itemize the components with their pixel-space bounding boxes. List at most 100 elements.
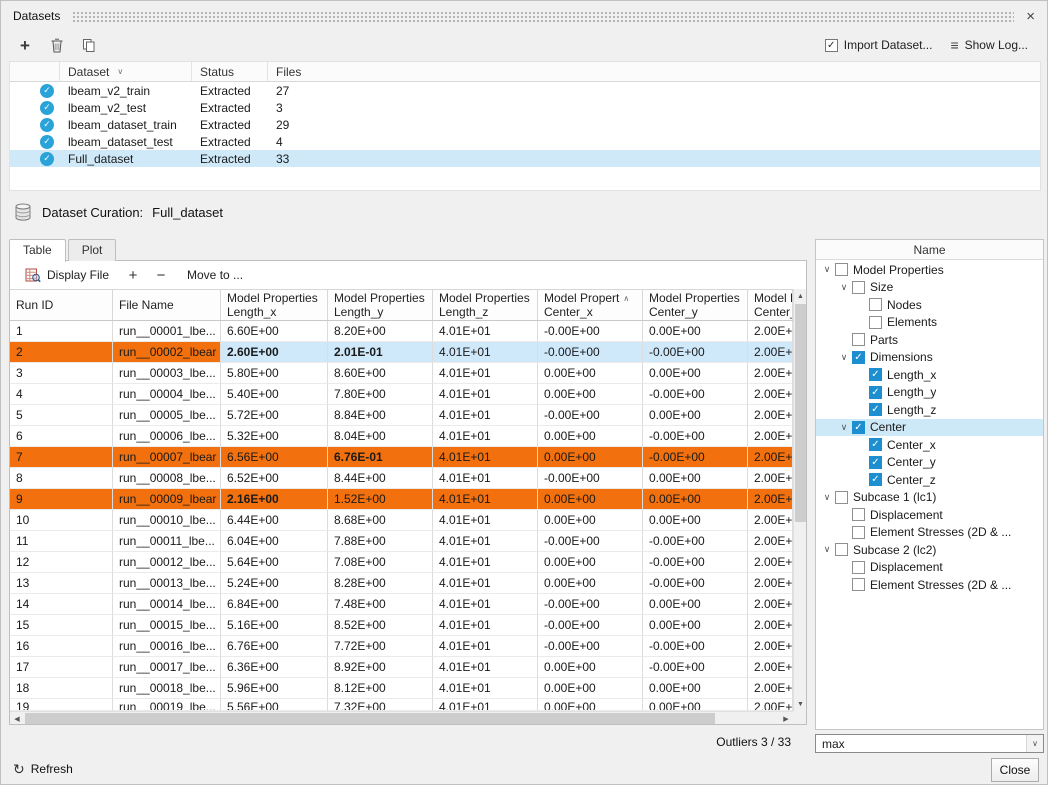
tree-item[interactable]: ∨Subcase 2 (lc2) (816, 541, 1043, 559)
move-to-button[interactable]: Move to ... (177, 265, 253, 285)
close-icon[interactable]: × (1026, 9, 1035, 24)
add-row-button[interactable]: + (121, 264, 145, 286)
tree-checkbox[interactable]: ✓ (869, 403, 882, 416)
tree-checkbox[interactable] (852, 526, 865, 539)
show-log-button[interactable]: ≡ Show Log... (941, 35, 1037, 55)
tree-item[interactable]: ∨✓Dimensions (816, 349, 1043, 367)
scroll-down-icon[interactable]: ▼ (794, 697, 807, 711)
tree-checkbox[interactable] (869, 316, 882, 329)
dataset-row[interactable]: ✓lbeam_dataset_testExtracted4 (10, 133, 1040, 150)
table-row[interactable]: 14run__00014_lbe...6.84E+007.48E+004.01E… (10, 594, 793, 615)
tree-checkbox[interactable] (835, 263, 848, 276)
delete-dataset-button[interactable] (43, 33, 71, 57)
table-row[interactable]: 17run__00017_lbe...6.36E+008.92E+004.01E… (10, 657, 793, 678)
copy-dataset-button[interactable] (75, 33, 103, 57)
grid-column-header[interactable]: Model Propert∧Center_x (538, 290, 643, 320)
tree-item[interactable]: ∨✓Center (816, 419, 1043, 437)
grid-column-header[interactable]: Model PropertiesLength_z (433, 290, 538, 320)
tab-plot[interactable]: Plot (68, 239, 117, 261)
table-row[interactable]: 5run__00005_lbe...5.72E+008.84E+004.01E+… (10, 405, 793, 426)
tree-checkbox[interactable]: ✓ (869, 473, 882, 486)
tree-checkbox[interactable]: ✓ (869, 456, 882, 469)
expand-arrow-icon[interactable]: ∨ (837, 282, 851, 293)
tree-item[interactable]: ∨Displacement (816, 506, 1043, 524)
grid-column-header[interactable]: Run ID (10, 290, 113, 320)
horizontal-scrollbar[interactable]: ◀ ▶ (10, 711, 793, 724)
dock-drag-handle[interactable] (72, 11, 1014, 22)
tree-checkbox[interactable] (835, 491, 848, 504)
table-row[interactable]: 18run__00018_lbe...5.96E+008.12E+004.01E… (10, 678, 793, 699)
table-row[interactable]: 4run__00004_lbe...5.40E+007.80E+004.01E+… (10, 384, 793, 405)
tree-item[interactable]: ∨✓Center_y (816, 454, 1043, 472)
dataset-row[interactable]: ✓lbeam_v2_trainExtracted27 (10, 82, 1040, 99)
tree-checkbox[interactable]: ✓ (869, 386, 882, 399)
grid-column-header[interactable]: Model PropertiesLength_x (221, 290, 328, 320)
chevron-down-icon[interactable]: ∨ (1026, 735, 1043, 752)
table-row[interactable]: 13run__00013_lbe...5.24E+008.28E+004.01E… (10, 573, 793, 594)
tree-item[interactable]: ∨Displacement (816, 559, 1043, 577)
tree-item[interactable]: ∨✓Center_z (816, 471, 1043, 489)
grid-column-header[interactable]: File Name (113, 290, 221, 320)
table-row[interactable]: 8run__00008_lbe...6.52E+008.44E+004.01E+… (10, 468, 793, 489)
grid-column-header[interactable]: Model PCenter_ (748, 290, 793, 320)
scroll-left-icon[interactable]: ◀ (10, 712, 24, 725)
grid-column-header[interactable]: Model PropertiesLength_y (328, 290, 433, 320)
refresh-button[interactable]: ↻ Refresh (13, 762, 73, 776)
vertical-scrollbar[interactable]: ▲ ▼ (793, 289, 806, 711)
tree-checkbox[interactable]: ✓ (852, 351, 865, 364)
dataset-row[interactable]: ✓lbeam_dataset_trainExtracted29 (10, 116, 1040, 133)
tree-checkbox[interactable]: ✓ (869, 368, 882, 381)
table-row[interactable]: 9run__00009_lbear2.16E+001.52E+004.01E+0… (10, 489, 793, 510)
grid-column-header[interactable]: Model PropertiesCenter_y (643, 290, 748, 320)
tree-checkbox[interactable] (852, 508, 865, 521)
table-row[interactable]: 15run__00015_lbe...5.16E+008.52E+004.01E… (10, 615, 793, 636)
remove-row-button[interactable]: − (149, 264, 173, 286)
tree-item[interactable]: ∨Element Stresses (2D & ... (816, 576, 1043, 594)
table-row[interactable]: 10run__00010_lbe...6.44E+008.68E+004.01E… (10, 510, 793, 531)
tree-item[interactable]: ∨✓Length_z (816, 401, 1043, 419)
expand-arrow-icon[interactable]: ∨ (837, 422, 851, 433)
dataset-row[interactable]: ✓lbeam_v2_testExtracted3 (10, 99, 1040, 116)
tree-item[interactable]: ∨Parts (816, 331, 1043, 349)
table-row[interactable]: 12run__00012_lbe...5.64E+007.08E+004.01E… (10, 552, 793, 573)
expand-arrow-icon[interactable]: ∨ (820, 492, 834, 503)
table-row[interactable]: 16run__00016_lbe...6.76E+007.72E+004.01E… (10, 636, 793, 657)
tree-item[interactable]: ∨Nodes (816, 296, 1043, 314)
table-row[interactable]: 11run__00011_lbe...6.04E+007.88E+004.01E… (10, 531, 793, 552)
table-row[interactable]: 19run__00019_lbe...5.56E+007.32E+004.01E… (10, 699, 793, 711)
display-file-button[interactable]: Display File (17, 265, 117, 286)
column-header-files[interactable]: Files (268, 62, 1040, 81)
tab-table[interactable]: Table (9, 239, 66, 262)
import-dataset-button[interactable]: ✓ Import Dataset... (816, 35, 942, 55)
tree-checkbox[interactable] (869, 298, 882, 311)
aggregate-dropdown[interactable]: max ∨ (815, 734, 1044, 753)
tree-item[interactable]: ∨Element Stresses (2D & ... (816, 524, 1043, 542)
horizontal-scroll-thumb[interactable] (25, 713, 715, 724)
tree-item[interactable]: ∨Model Properties (816, 261, 1043, 279)
add-dataset-button[interactable]: + (11, 33, 39, 57)
tree-checkbox[interactable]: ✓ (852, 421, 865, 434)
expand-arrow-icon[interactable]: ∨ (820, 544, 834, 555)
scroll-right-icon[interactable]: ▶ (779, 712, 793, 725)
expand-arrow-icon[interactable]: ∨ (820, 264, 834, 275)
tree-checkbox[interactable] (852, 333, 865, 346)
expand-arrow-icon[interactable]: ∨ (837, 352, 851, 363)
tree-item[interactable]: ∨✓Center_x (816, 436, 1043, 454)
tree-item[interactable]: ∨✓Length_x (816, 366, 1043, 384)
tree-checkbox[interactable] (852, 281, 865, 294)
column-header-status[interactable]: Status (192, 62, 268, 81)
tree-checkbox[interactable]: ✓ (869, 438, 882, 451)
scroll-up-icon[interactable]: ▲ (794, 289, 807, 303)
table-row[interactable]: 3run__00003_lbe...5.80E+008.60E+004.01E+… (10, 363, 793, 384)
table-row[interactable]: 2run__00002_lbear2.60E+002.01E-014.01E+0… (10, 342, 793, 363)
tree-item[interactable]: ∨Subcase 1 (lc1) (816, 489, 1043, 507)
tree-item[interactable]: ∨✓Length_y (816, 384, 1043, 402)
tree-checkbox[interactable] (852, 578, 865, 591)
dataset-row[interactable]: ✓Full_datasetExtracted33 (10, 150, 1040, 167)
column-header-dataset[interactable]: Dataset ∨ (60, 62, 192, 81)
tree-checkbox[interactable] (852, 561, 865, 574)
vertical-scroll-thumb[interactable] (795, 304, 806, 522)
tree-checkbox[interactable] (835, 543, 848, 556)
table-row[interactable]: 6run__00006_lbe...5.32E+008.04E+004.01E+… (10, 426, 793, 447)
tree-item[interactable]: ∨Elements (816, 314, 1043, 332)
